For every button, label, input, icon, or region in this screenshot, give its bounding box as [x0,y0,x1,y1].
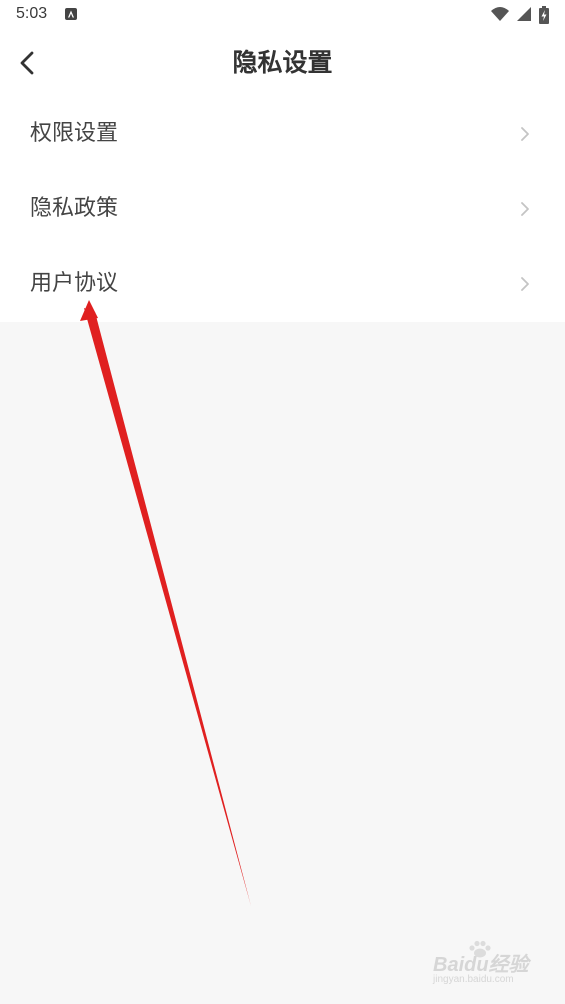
top-bar: 隐私设置 [0,30,565,96]
chevron-right-icon [521,127,529,141]
chevron-right-icon [521,277,529,291]
app-notification-icon [65,8,77,20]
menu-item-label: 用户协议 [30,271,119,296]
page-title: 隐私设置 [232,48,333,77]
menu-list: 权限设置 隐私政策 用户协议 [0,96,565,322]
status-bar: 5:03 [0,0,565,30]
wifi-icon [490,7,509,21]
watermark-brand: Baidu经验 [433,954,529,976]
menu-item-label: 权限设置 [30,121,119,146]
watermark: Baidu经验 jingyan.baidu.com [433,940,543,992]
status-icons [488,6,549,24]
status-time: 5:03 [16,5,48,22]
signal-icon [516,7,531,21]
chevron-right-icon [521,202,529,216]
menu-item-privacy-policy[interactable]: 隐私政策 [0,171,565,246]
menu-item-user-agreement[interactable]: 用户协议 [0,246,565,321]
menu-item-permission-settings[interactable]: 权限设置 [0,96,565,171]
watermark-url: jingyan.baidu.com [433,974,514,985]
battery-charging-icon [539,6,549,24]
menu-item-label: 隐私政策 [30,196,119,221]
